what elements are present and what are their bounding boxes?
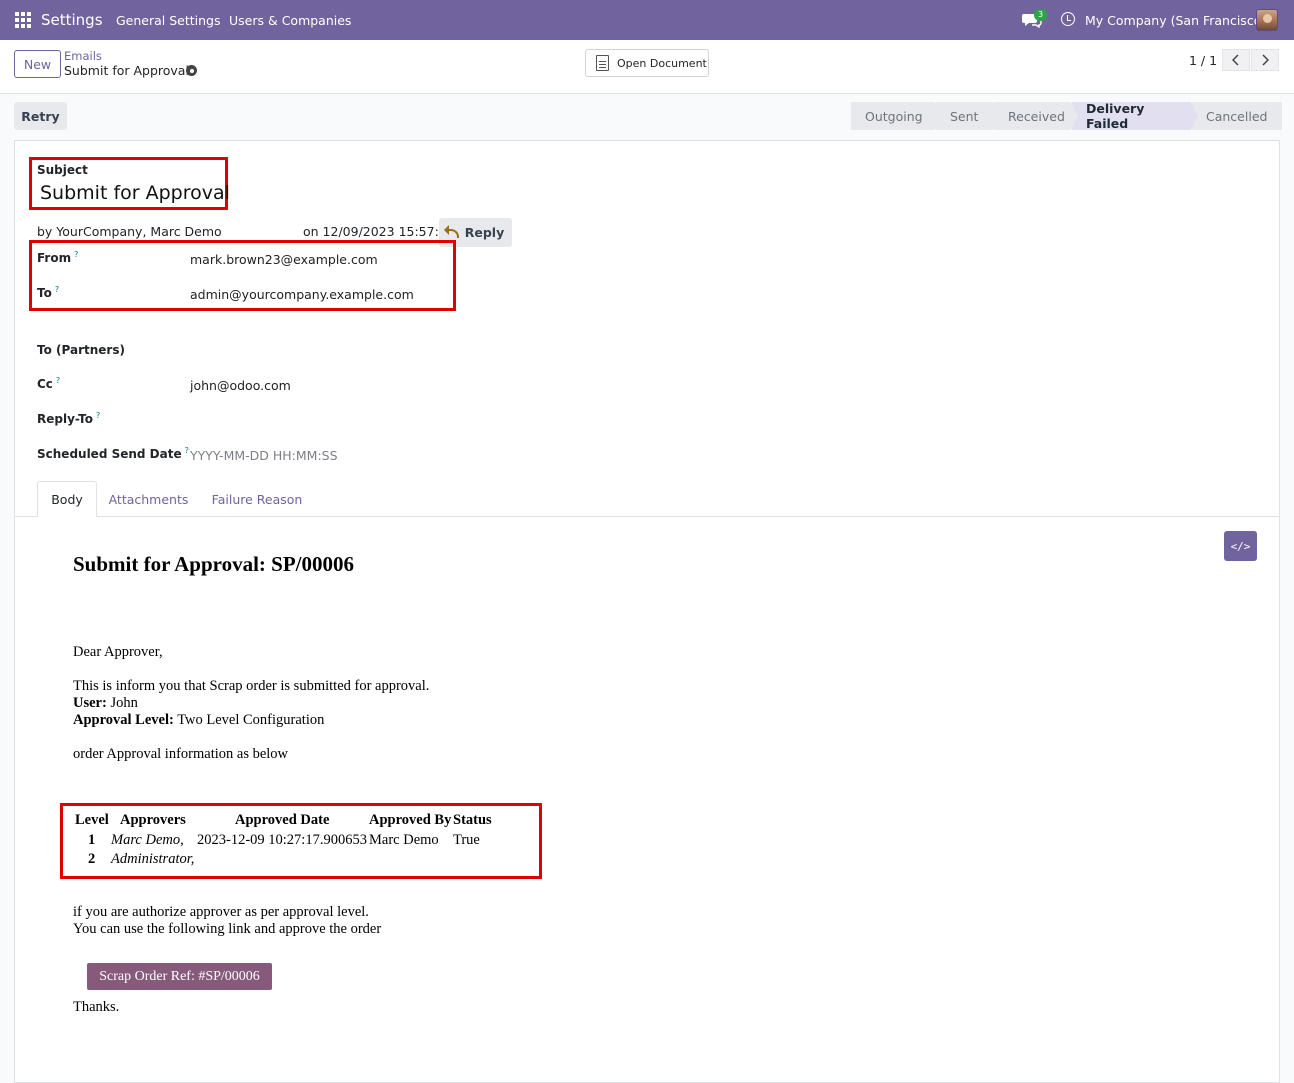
to-label-text: To [37, 286, 52, 300]
control-panel: New Emails Submit for Approval Open Docu… [0, 40, 1294, 94]
to-partners-label: To (Partners) [37, 343, 125, 357]
reply-to-field[interactable] [190, 413, 490, 429]
pager-prev-button[interactable] [1222, 49, 1250, 71]
apps-grid-icon[interactable] [15, 12, 31, 28]
chevron-right-icon [1262, 54, 1269, 66]
email-info: order Approval information as below [73, 746, 289, 762]
tabs-divider [15, 516, 1279, 517]
level-label: Approval Level: [73, 712, 174, 728]
code-view-button[interactable]: </> [1224, 531, 1257, 561]
menu-users-companies[interactable]: Users & Companies [229, 13, 351, 28]
status-bar: Outgoing Sent Received Delivery Failed C… [851, 101, 1283, 131]
document-icon [596, 55, 609, 71]
email-thanks: Thanks. [73, 999, 120, 1015]
top-navbar: Settings General Settings Users & Compan… [0, 0, 1294, 40]
email-heading: Submit for Approval: SP/00006 [73, 552, 355, 576]
table-row-1-approved-by: Marc Demo [369, 832, 439, 848]
stage-sent[interactable]: Sent [936, 102, 1000, 130]
table-header-level: Level [75, 812, 109, 828]
tab-failure-reason[interactable]: Failure Reason [207, 481, 307, 517]
reply-arrow-icon [443, 225, 459, 238]
cc-label: Cc? [37, 376, 60, 391]
email-user-line: User: John [73, 695, 138, 712]
new-button[interactable]: New [14, 50, 61, 78]
cc-field[interactable]: john@odoo.com [190, 378, 291, 393]
to-label: To? [37, 285, 59, 300]
breadcrumb-current: Submit for Approval [64, 63, 189, 78]
menu-general-settings[interactable]: General Settings [116, 13, 221, 28]
table-row-1-level: 1 [88, 832, 96, 848]
table-row-2-approvers: Administrator, [111, 851, 195, 867]
stage-label: Cancelled [1206, 108, 1268, 124]
email-authorize: if you are authorize approver as per app… [73, 904, 369, 920]
stage-delivery-failed[interactable]: Delivery Failed [1072, 101, 1198, 131]
scheduled-date-label: Scheduled Send Date? [37, 446, 189, 461]
help-icon[interactable]: ? [56, 376, 60, 385]
scrap-order-link-button[interactable]: Scrap Order Ref: #SP/00006 [87, 963, 272, 990]
from-label: From? [37, 250, 78, 265]
stage-received[interactable]: Received [994, 102, 1078, 130]
help-icon[interactable]: ? [185, 446, 189, 455]
reply-label: Reply [464, 225, 505, 240]
reply-to-label-text: Reply-To [37, 412, 93, 426]
stage-cancelled[interactable]: Cancelled [1192, 102, 1282, 130]
table-header-date: Approved Date [235, 812, 330, 828]
to-partners-label-text: To (Partners) [37, 343, 125, 357]
pager-value[interactable]: 1 / 1 [1189, 53, 1217, 68]
table-row-1-status: True [453, 832, 480, 848]
subject-label: Subject [37, 163, 88, 177]
tab-attachments[interactable]: Attachments [104, 481, 193, 517]
retry-button[interactable]: Retry [14, 102, 67, 130]
open-document-label: Open Document [617, 56, 707, 70]
help-icon[interactable]: ? [96, 411, 100, 420]
table-header-status: Status [453, 812, 492, 828]
table-row-1-approvers: Marc Demo, [111, 832, 184, 848]
help-icon[interactable]: ? [74, 250, 78, 259]
stage-label: Outgoing [865, 108, 923, 124]
subject-field[interactable]: Submit for Approval [40, 182, 230, 204]
stage-label: Sent [950, 108, 979, 124]
scheduled-date-field[interactable]: YYYY-MM-DD HH:MM:SS [190, 448, 338, 463]
help-icon[interactable]: ? [55, 285, 59, 294]
app-name[interactable]: Settings [41, 11, 103, 29]
author-line: by YourCompany, Marc Demo [37, 224, 222, 239]
user-avatar[interactable] [1256, 9, 1278, 31]
chevron-left-icon [1232, 54, 1239, 66]
gear-icon[interactable] [186, 65, 197, 76]
company-switcher[interactable]: My Company (San Francisco) [1085, 13, 1266, 28]
email-link-text: You can use the following link and appro… [73, 921, 382, 937]
reply-to-label: Reply-To? [37, 411, 100, 426]
to-field[interactable]: admin@yourcompany.example.com [190, 287, 414, 302]
stage-outgoing[interactable]: Outgoing [851, 102, 942, 130]
cc-label-text: Cc [37, 377, 53, 391]
table-header-approvers: Approvers [120, 812, 186, 828]
stage-label: Received [1008, 108, 1065, 124]
table-header-approved-by: Approved By [369, 812, 452, 828]
email-greeting: Dear Approver, [73, 644, 163, 660]
from-label-text: From [37, 251, 72, 265]
activity-clock-icon[interactable] [1061, 12, 1075, 26]
user-label: User: [73, 695, 107, 711]
sent-date: on 12/09/2023 15:57:17 [303, 224, 455, 239]
user-value: John [106, 695, 138, 711]
tab-body[interactable]: Body [37, 481, 97, 517]
from-field[interactable]: mark.brown23@example.com [190, 252, 378, 267]
email-level-line: Approval Level: Two Level Configuration [73, 712, 324, 729]
level-value: Two Level Configuration [173, 712, 325, 728]
chat-count-badge: 3 [1034, 9, 1048, 21]
open-document-button[interactable]: Open Document [585, 49, 709, 77]
to-partners-field[interactable] [190, 345, 490, 361]
pager-next-button[interactable] [1251, 49, 1279, 71]
table-row-1-date: 2023-12-09 10:27:17.900653 [197, 832, 367, 848]
email-intro: This is inform you that Scrap order is s… [73, 678, 430, 694]
breadcrumb-emails[interactable]: Emails [64, 49, 102, 63]
table-row-2-level: 2 [88, 851, 96, 867]
scheduled-date-label-text: Scheduled Send Date [37, 447, 182, 461]
stage-label: Delivery Failed [1086, 101, 1145, 131]
